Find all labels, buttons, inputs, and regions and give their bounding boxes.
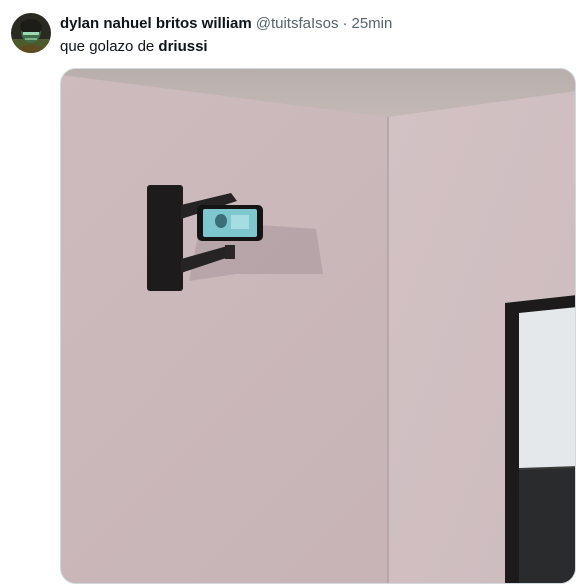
separator-dot: · (342, 15, 348, 32)
user-handle[interactable]: @tuitsfaIsos (256, 14, 339, 34)
tweet-text: que golazo de driussi (60, 37, 208, 57)
photo-wall-mounted-phone-icon (61, 69, 575, 583)
display-name[interactable]: dylan nahuel britos william (60, 14, 252, 34)
tweet-header: dylan nahuel britos william @tuitsfaIsos… (60, 14, 392, 34)
avatar-image (11, 13, 51, 53)
tweet-timestamp[interactable]: 25min (351, 14, 392, 34)
tweet-media[interactable] (60, 68, 576, 584)
user-avatar[interactable] (11, 13, 51, 53)
tweet-text-prefix: que golazo de (60, 38, 159, 55)
tweet[interactable]: dylan nahuel britos william @tuitsfaIsos… (0, 0, 583, 587)
tweet-text-bold: driussi (158, 38, 208, 55)
